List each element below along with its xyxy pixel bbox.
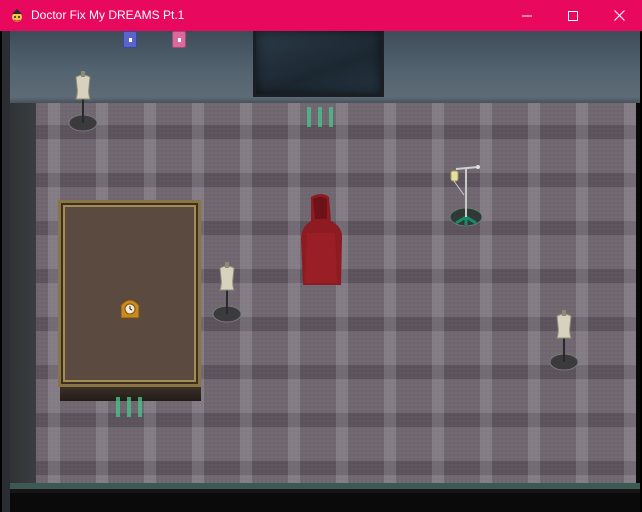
maximize-button[interactable]: [550, 0, 596, 31]
bottom-border: [10, 489, 640, 493]
minimize-button[interactable]: [504, 0, 550, 31]
wooden-table[interactable]: [58, 200, 201, 387]
left-wall: [2, 31, 10, 512]
game-viewport[interactable]: [2, 31, 640, 512]
left-wall-shadow: [10, 103, 36, 487]
maximize-icon: [568, 10, 578, 21]
dress-form-mannequin[interactable]: [547, 308, 583, 374]
close-button[interactable]: [596, 0, 642, 31]
close-icon: [613, 10, 625, 21]
dress-form-mannequin[interactable]: [66, 69, 102, 135]
dark-window: [253, 31, 384, 97]
blue-wall-sign[interactable]: [123, 31, 137, 48]
mantel-clock[interactable]: [119, 296, 141, 320]
app-icon: [12, 9, 22, 22]
window-title: Doctor Fix My DREAMS Pt.1: [31, 8, 185, 22]
pink-wall-sign[interactable]: [172, 31, 186, 48]
red-hooded-figure[interactable]: [297, 193, 345, 289]
title-bar: Doctor Fix My DREAMS Pt.1: [0, 0, 642, 31]
minimize-icon: [522, 15, 532, 16]
transfer-arrows-top[interactable]: [305, 107, 335, 129]
iv-drip-stand[interactable]: [446, 161, 488, 229]
transfer-arrows-bottom[interactable]: [114, 397, 144, 419]
dress-form-mannequin[interactable]: [210, 260, 246, 326]
